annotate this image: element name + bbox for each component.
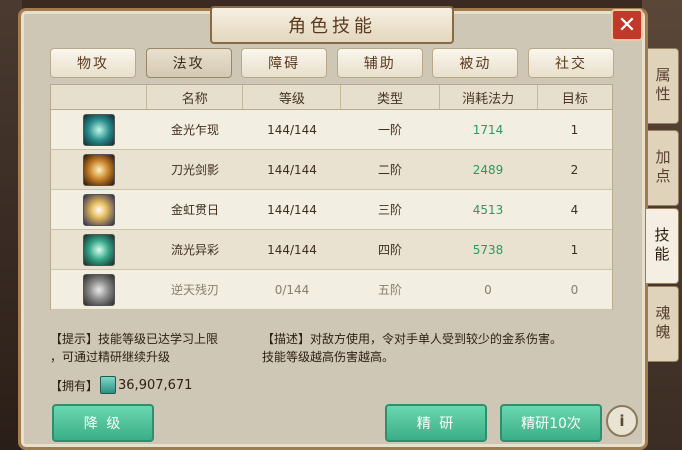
skill-category-tabs: 物攻 法攻 障碍 辅助 被动 社交 <box>50 48 614 78</box>
table-header: 名称 等级 类型 消耗法力 目标 <box>50 84 613 110</box>
skill-type: 一阶 <box>377 123 402 137</box>
side-tab-attributes[interactable]: 属性 <box>648 48 679 124</box>
skill-golden-rainbow-icon <box>83 193 115 226</box>
skill-target: 1 <box>570 122 579 137</box>
skill-name: 金虹贯日 <box>170 203 219 217</box>
tab-magic-attack[interactable]: 法攻 <box>145 48 232 78</box>
skill-table: 名称 等级 类型 消耗法力 目标 金光乍现 144/144 一阶 1714 1 … <box>50 84 613 310</box>
side-tab-soul[interactable]: 魂魄 <box>648 286 679 362</box>
skill-target: 4 <box>570 202 579 217</box>
table-row[interactable]: 逆天残刃 0/144 五阶 0 0 <box>50 270 613 310</box>
hint-line-2: ，可通过精研继续升级 <box>50 350 171 364</box>
skill-blade-shadow-icon <box>83 153 115 186</box>
hint-line-1: 【提示】技能等级已达学习上限 <box>50 332 219 346</box>
skill-cost: 5738 <box>472 242 504 257</box>
skill-target: 0 <box>570 282 579 297</box>
skill-name: 刀光剑影 <box>170 163 219 177</box>
header-target: 目标 <box>561 91 588 107</box>
window-title: 角色技能 <box>288 16 376 37</box>
table-row[interactable]: 流光异彩 144/144 四阶 5738 1 <box>50 230 613 270</box>
table-row[interactable]: 金虹贯日 144/144 三阶 4513 4 <box>50 190 613 230</box>
skill-cost: 0 <box>484 282 492 297</box>
owned-value: 36,907,671 <box>118 377 193 393</box>
description-line-1: 【描述】对敌方使用，令对手单人受到较少的金系伤害。 <box>262 332 563 346</box>
info-icon[interactable]: i <box>606 405 638 437</box>
skill-level: 144/144 <box>267 162 317 177</box>
skill-type: 三阶 <box>377 203 402 217</box>
side-tab-points[interactable]: 加点 <box>648 130 679 206</box>
skill-level: 0/144 <box>274 282 310 297</box>
skill-flowing-light-icon <box>83 233 115 266</box>
skill-level: 144/144 <box>267 122 317 137</box>
skill-name: 金光乍现 <box>170 123 219 137</box>
book-icon <box>100 376 117 394</box>
skill-cost: 2489 <box>472 162 504 177</box>
tab-physical-attack[interactable]: 物攻 <box>50 48 136 78</box>
header-level: 等级 <box>243 85 342 109</box>
tab-social[interactable]: 社交 <box>527 48 614 78</box>
header-name: 名称 <box>147 85 244 109</box>
skill-type: 五阶 <box>377 283 402 297</box>
table-row[interactable]: 刀光剑影 144/144 二阶 2489 2 <box>50 150 613 190</box>
skill-golden-light-icon <box>83 113 115 146</box>
table-body: 金光乍现 144/144 一阶 1714 1 刀光剑影 144/144 二阶 2… <box>50 110 613 310</box>
owned-label: 【拥有】 <box>50 378 99 393</box>
skill-level: 144/144 <box>267 202 317 217</box>
owned-row: 【拥有】 36,907,671 <box>50 376 192 394</box>
skill-target: 1 <box>570 242 579 257</box>
tab-obstacle[interactable]: 障碍 <box>241 48 328 78</box>
skill-cost: 1714 <box>472 122 504 137</box>
skill-type: 二阶 <box>377 163 402 177</box>
header-type: 类型 <box>341 85 440 109</box>
refine-button[interactable]: 精 研 <box>385 404 487 442</box>
skill-heaven-blade-icon <box>83 273 115 306</box>
skill-cost: 4513 <box>472 202 504 217</box>
skill-name: 流光异彩 <box>170 243 219 257</box>
table-row[interactable]: 金光乍现 144/144 一阶 1714 1 <box>50 110 613 150</box>
skill-type: 四阶 <box>377 243 402 257</box>
skill-target: 2 <box>570 162 579 177</box>
window-title-plate: 角色技能 <box>210 6 454 44</box>
refine-10-button[interactable]: 精研10次 <box>500 404 602 442</box>
skill-level: 144/144 <box>267 242 317 257</box>
close-button[interactable]: ✕ <box>611 9 643 41</box>
header-mana-cost: 消耗法力 <box>440 85 538 109</box>
tab-passive[interactable]: 被动 <box>432 48 519 78</box>
header-icon-column <box>51 85 148 109</box>
description-line-2: 技能等级越高伤害越高。 <box>262 350 395 364</box>
side-tab-skills[interactable]: 技能 <box>646 208 679 284</box>
skill-name: 逆天残刃 <box>170 283 219 297</box>
tab-support[interactable]: 辅助 <box>336 48 423 78</box>
downgrade-button[interactable]: 降 级 <box>52 404 154 442</box>
